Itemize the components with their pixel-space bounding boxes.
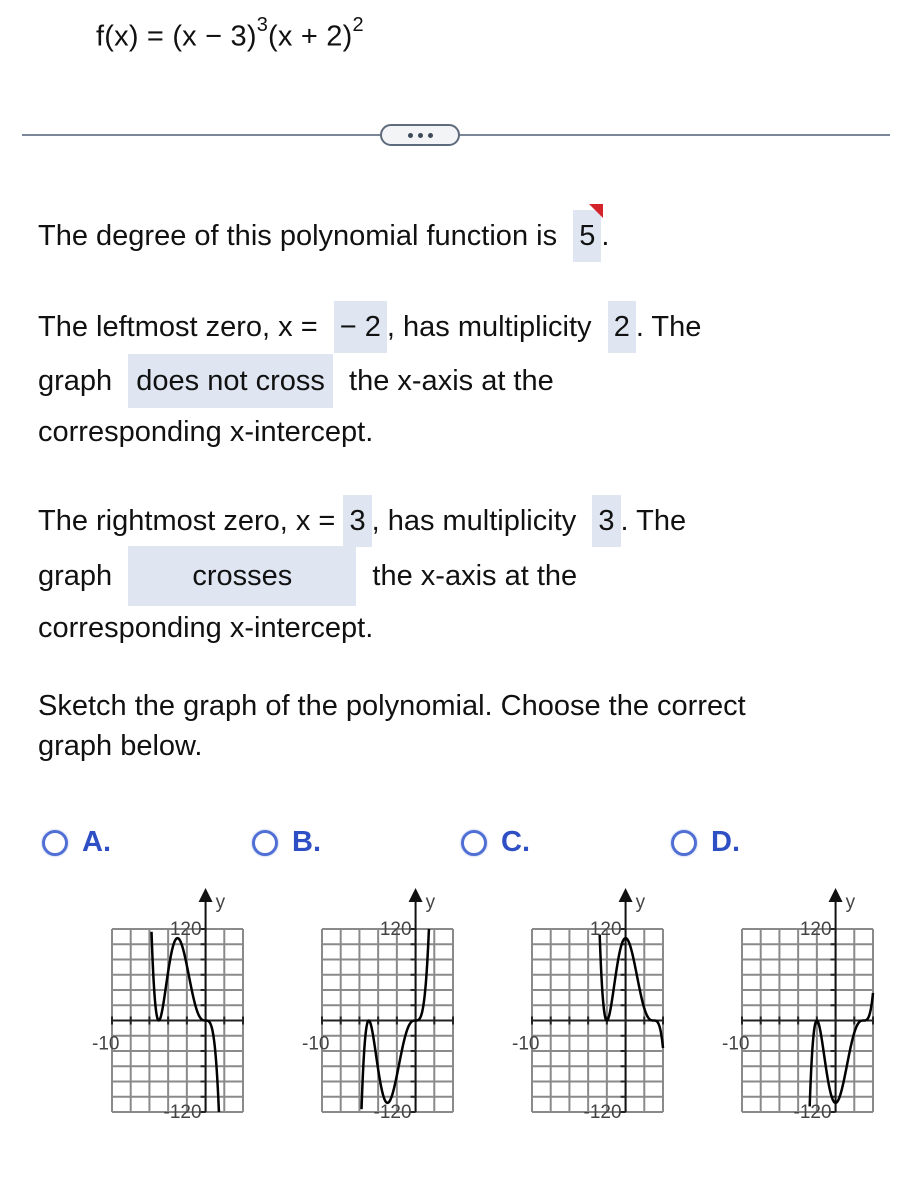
formula-part: (x + 2) <box>268 20 353 53</box>
ellipsis-icon <box>427 132 433 138</box>
rightmost-zero-statement: The rightmost zero, x = 3, has multiplic… <box>38 492 868 650</box>
statement-text: corresponding x-intercept. <box>38 416 374 448</box>
rightmost-zero-answer[interactable]: 3 <box>343 495 372 547</box>
statement-text: graph <box>38 365 113 397</box>
option-b[interactable]: B. <box>252 826 321 859</box>
prompt-text: graph below. <box>38 730 203 762</box>
graph-option-c[interactable]: y 120 -120 -10 <box>500 880 670 1135</box>
formula-exponent: 3 <box>256 14 269 36</box>
formula-exponent: 2 <box>352 14 364 36</box>
function-formula: f(x) = (x − 3)3(x + 2)2 <box>96 14 364 54</box>
leftmost-zero-statement: The leftmost zero, x = − 2, has multipli… <box>38 298 868 454</box>
statement-text: the x-axis at the <box>372 560 578 592</box>
y-axis-label: y <box>636 892 646 913</box>
ellipsis-icon <box>417 132 423 138</box>
statement-text: The rightmost zero, x = <box>38 505 336 537</box>
statement-text: The degree of this polynomial function i… <box>38 220 558 252</box>
statement-text: , has multiplicity <box>386 311 592 343</box>
incorrect-flag-icon <box>589 204 604 218</box>
radio-button[interactable] <box>42 829 68 856</box>
expand-more-button[interactable] <box>380 124 460 146</box>
graph-option-d[interactable]: y 120 -120 -10 <box>710 880 880 1135</box>
tick-label-ymax: 120 <box>590 919 622 940</box>
formula-part: f(x) = (x − 3) <box>96 20 257 53</box>
degree-answer[interactable]: 5 <box>573 204 604 262</box>
rightmost-multiplicity-answer[interactable]: 3 <box>592 495 621 547</box>
option-a[interactable]: A. <box>42 826 111 859</box>
option-d[interactable]: D. <box>671 826 740 859</box>
y-axis-arrow-icon <box>408 888 423 902</box>
tick-label-ymax: 120 <box>380 919 412 940</box>
statement-text: , has multiplicity <box>371 505 577 537</box>
function-curve <box>598 934 665 1049</box>
tick-label-ymin: -120 <box>164 1102 202 1123</box>
option-label: A. <box>82 826 111 858</box>
statement-text: . The <box>620 505 687 537</box>
graph-option-a[interactable]: y 120 -120 -10 <box>80 880 250 1135</box>
degree-statement: The degree of this polynomial function i… <box>38 204 868 264</box>
tick-label-ymax: 120 <box>800 919 832 940</box>
prompt-text: Sketch the graph of the polynomial. Choo… <box>38 690 746 722</box>
tick-label-xmin: -10 <box>722 1034 749 1055</box>
statement-text: The leftmost zero, x = <box>38 311 318 343</box>
tick-label-xmin: -10 <box>512 1034 539 1055</box>
tick-label-ymax: 120 <box>170 919 202 940</box>
sketch-prompt: Sketch the graph of the polynomial. Choo… <box>38 686 878 766</box>
tick-label-xmin: -10 <box>302 1034 329 1055</box>
y-axis-arrow-icon <box>198 888 213 902</box>
option-label: C. <box>501 826 530 858</box>
tick-label-ymin: -120 <box>794 1102 832 1123</box>
radio-button[interactable] <box>461 829 487 856</box>
y-axis-label: y <box>216 892 226 913</box>
radio-button[interactable] <box>671 829 697 856</box>
y-axis-label: y <box>426 892 436 913</box>
ellipsis-icon <box>407 132 413 138</box>
statement-text: . <box>601 220 610 252</box>
leftmost-behavior-dropdown[interactable]: does not cross <box>128 354 333 408</box>
y-axis-arrow-icon <box>618 888 633 902</box>
tick-label-xmin: -10 <box>92 1034 119 1055</box>
tick-label-ymin: -120 <box>584 1102 622 1123</box>
leftmost-zero-answer[interactable]: − 2 <box>333 301 387 353</box>
option-label: D. <box>711 826 740 858</box>
rightmost-behavior-dropdown[interactable]: crosses <box>128 546 357 606</box>
option-label: B. <box>292 826 321 858</box>
y-axis-label: y <box>846 892 856 913</box>
leftmost-multiplicity-answer[interactable]: 2 <box>607 301 636 353</box>
option-c[interactable]: C. <box>461 826 530 859</box>
tick-label-ymin: -120 <box>374 1102 412 1123</box>
graph-option-b[interactable]: y 120 -120 -10 <box>290 880 460 1135</box>
statement-text: the x-axis at the <box>349 365 554 397</box>
function-curve <box>808 992 875 1107</box>
radio-button[interactable] <box>252 829 278 856</box>
statement-text: . The <box>635 311 702 343</box>
statement-text: corresponding x-intercept. <box>38 612 374 644</box>
statement-text: graph <box>38 560 113 592</box>
y-axis-arrow-icon <box>828 888 843 902</box>
